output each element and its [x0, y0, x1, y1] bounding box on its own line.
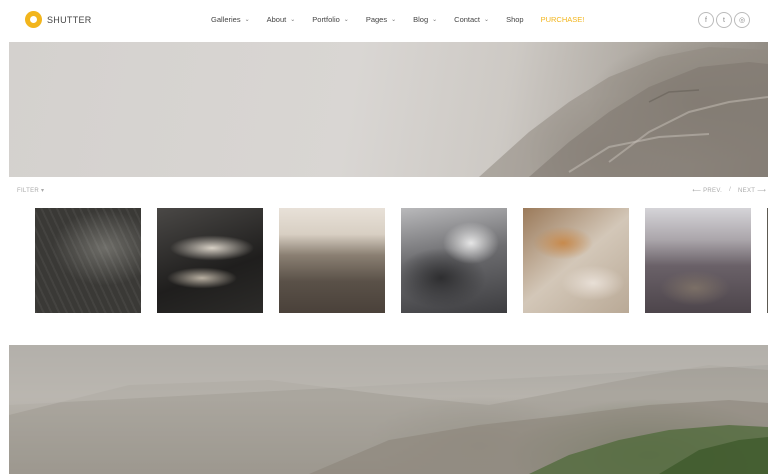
thumbnail-clouds[interactable] [401, 208, 507, 313]
nav-item-portfolio[interactable]: Portfolio ⌄ [312, 15, 349, 24]
thumbnail-leaf[interactable] [35, 208, 141, 313]
nav-item-galleries[interactable]: Galleries ⌄ [211, 15, 250, 24]
nav-item-label: PURCHASE! [540, 15, 585, 24]
next-link[interactable]: NEXT ⟶ [738, 187, 766, 194]
facebook-icon[interactable]: f [698, 12, 714, 28]
nav-item-label: Portfolio [312, 15, 340, 24]
site-logo[interactable]: SHUTTER [25, 11, 92, 28]
thumbnail-strip [35, 208, 768, 313]
nav-item-label: Pages [365, 15, 388, 24]
nav-item-label: Contact [454, 15, 481, 24]
feature-image [9, 345, 768, 474]
nav-item-blog[interactable]: Blog ⌄ [413, 15, 437, 24]
chevron-down-icon: ⌄ [391, 17, 397, 23]
nav-item-shop[interactable]: Shop [506, 15, 524, 24]
nav-item-pages[interactable]: Pages ⌄ [366, 15, 396, 24]
instagram-icon[interactable]: ◎ [734, 12, 750, 28]
pager-separator: / [729, 187, 732, 193]
nav-item-label: About [266, 15, 287, 24]
thumbnail-canyon[interactable] [645, 208, 751, 313]
chevron-down-icon: ⌄ [244, 17, 250, 23]
hero-image [9, 42, 768, 177]
chevron-down-icon: ⌄ [343, 17, 349, 23]
twitter-icon[interactable]: t [716, 12, 732, 28]
logo-text: SHUTTER [47, 14, 92, 25]
mountain-artwork [479, 47, 768, 177]
thumbnail-feathers[interactable] [157, 208, 263, 313]
nav-item-purchase[interactable]: PURCHASE! [541, 15, 585, 24]
chevron-down-icon: ⌄ [484, 17, 490, 23]
nav-item-about[interactable]: About ⌄ [267, 15, 296, 24]
chevron-down-icon: ⌄ [432, 17, 438, 23]
filter-dropdown[interactable]: FILTER ▾ [17, 187, 44, 194]
prev-link[interactable]: ⟵ PREV. [692, 187, 722, 194]
nav-item-label: Galleries [211, 15, 241, 24]
hillside-artwork [9, 345, 768, 474]
site-header: SHUTTER Galleries ⌄ About ⌄ Portfolio ⌄ … [0, 0, 768, 42]
logo-icon [25, 11, 42, 28]
nav-item-label: Blog [413, 15, 429, 24]
thumbnail-aerial[interactable] [279, 208, 385, 313]
nav-item-contact[interactable]: Contact ⌄ [454, 15, 489, 24]
thumbnail-paper[interactable] [523, 208, 629, 313]
social-links: f t ◎ [696, 12, 750, 28]
main-nav: Galleries ⌄ About ⌄ Portfolio ⌄ Pages ⌄ … [211, 15, 584, 24]
nav-item-label: Shop [506, 15, 524, 24]
gallery-pager: ⟵ PREV. / NEXT ⟶ [692, 187, 766, 194]
chevron-down-icon: ⌄ [290, 17, 296, 23]
